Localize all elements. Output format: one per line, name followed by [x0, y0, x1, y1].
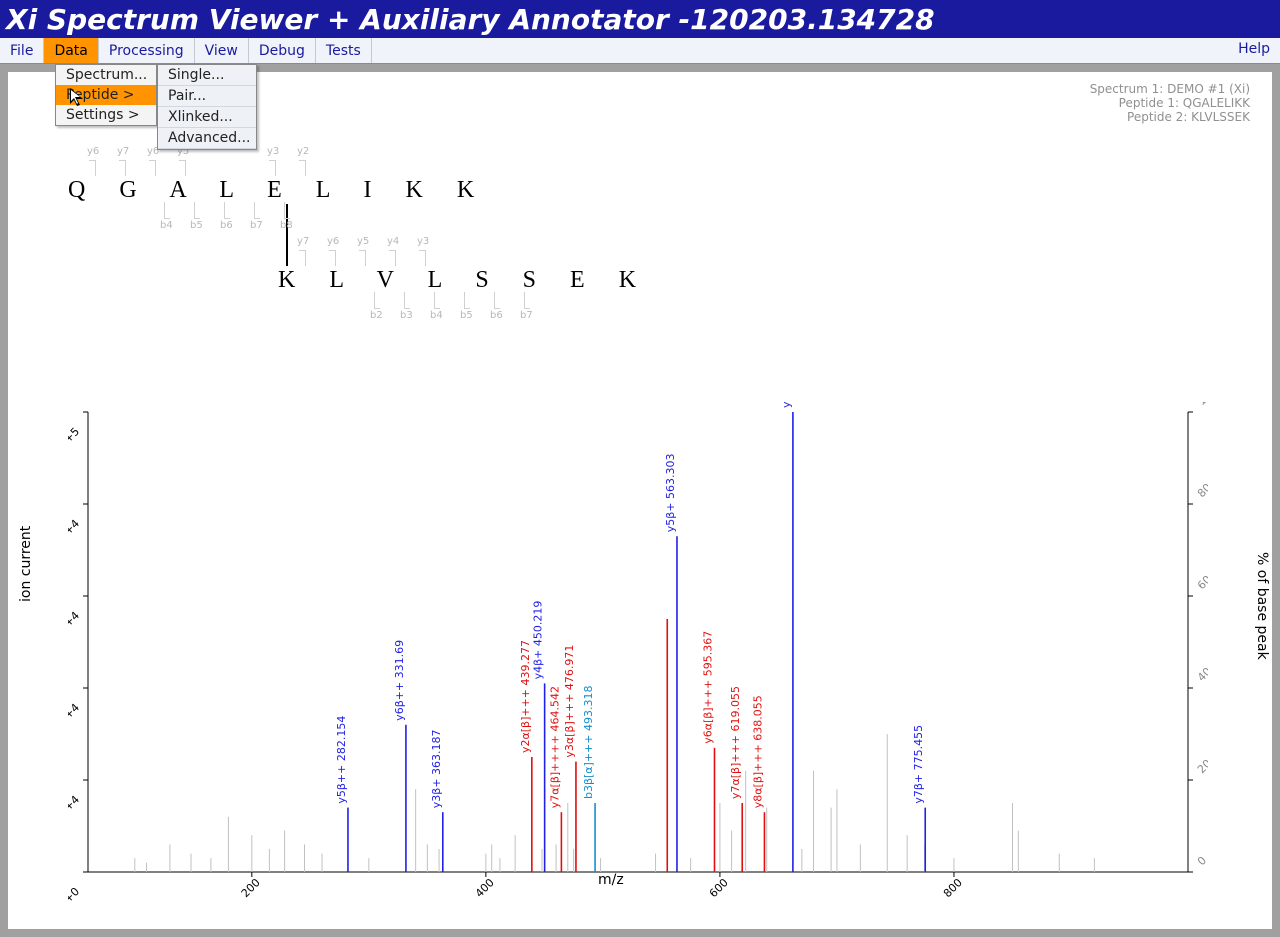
svg-text:1.0e+5: 1.0e+5 [68, 425, 82, 463]
menu-item-spectrum[interactable]: Spectrum... [56, 65, 156, 85]
menu-data[interactable]: Data [44, 38, 98, 63]
menu-file[interactable]: File [0, 38, 44, 63]
ion-label: y3 [267, 146, 279, 157]
menu-item-settings[interactable]: Settings > [56, 105, 156, 125]
peak-label: y6β++ 331.69 [393, 640, 406, 721]
ion-label: y4 [387, 236, 399, 247]
dropdown-data: Spectrum... Peptide > Settings > [55, 64, 157, 126]
peak-label: y5β+ 563.303 [664, 453, 677, 532]
ion-label: b8 [280, 220, 293, 231]
window-title: Xi Spectrum Viewer + Auxiliary Annotator… [0, 0, 1280, 38]
svg-text:0: 0 [1195, 854, 1208, 868]
svg-text:40: 40 [1195, 665, 1208, 684]
ion-label: b5 [190, 220, 203, 231]
svg-text:4.0e+4: 4.0e+4 [68, 701, 82, 739]
peak-label: y5β++ 282.154 [335, 716, 348, 804]
ion-label: b4 [160, 220, 173, 231]
peak-label: y6β+ 662.371 [780, 402, 793, 408]
menubar: File Data Processing View Debug Tests He… [0, 38, 1280, 64]
svg-text:80: 80 [1195, 481, 1208, 500]
menu-item-single[interactable]: Single... [158, 65, 256, 86]
menu-item-advanced[interactable]: Advanced... [158, 128, 256, 149]
menu-help[interactable]: Help [1228, 38, 1280, 63]
spectrum-chart[interactable]: 0.0e+0 2.0e+4 4.0e+4 6.0e+4 8.0e+4 1.0e+5 0 20 4… [68, 402, 1208, 922]
ion-label: b5 [460, 310, 473, 321]
menu-tests[interactable]: Tests [316, 38, 372, 63]
peak-label: y2α[β]+++ 439.277 [519, 640, 532, 753]
ion-label: y2 [297, 146, 309, 157]
menu-view[interactable]: View [195, 38, 249, 63]
peak-label: y7α[β]+++ 619.055 [729, 686, 742, 799]
ion-label: b6 [220, 220, 233, 231]
info-peptide2: Peptide 2: KLVLSSEK [1090, 110, 1250, 124]
svg-text:600: 600 [707, 876, 731, 900]
ion-label: y5 [357, 236, 369, 247]
svg-text:8.0e+4: 8.0e+4 [68, 517, 82, 555]
ion-label: b2 [370, 310, 383, 321]
peak-label: y8α[β]+++ 638.055 [751, 695, 764, 808]
svg-text:400: 400 [473, 876, 497, 900]
svg-text:2.0e+4: 2.0e+4 [68, 793, 82, 831]
svg-text:200: 200 [239, 876, 263, 900]
menu-processing[interactable]: Processing [99, 38, 195, 63]
ion-label: y7 [117, 146, 129, 157]
spectrum-info: Spectrum 1: DEMO #1 (Xi) Peptide 1: QGAL… [1090, 82, 1250, 124]
peak-label: y3α[β]+++ 476.971 [563, 645, 576, 758]
y-axis-left-label: ion current [18, 526, 34, 602]
crosslink-bar [286, 204, 288, 266]
svg-text:6.0e+4: 6.0e+4 [68, 609, 82, 647]
menu-item-peptide[interactable]: Peptide > [56, 85, 156, 105]
info-peptide1: Peptide 1: QGALELIKK [1090, 96, 1250, 110]
ion-label: b7 [520, 310, 533, 321]
dropdown-peptide: Single... Pair... Xlinked... Advanced... [157, 64, 257, 150]
menu-item-pair[interactable]: Pair... [158, 86, 256, 107]
ion-label: y6 [327, 236, 339, 247]
canvas: Spectrum 1: DEMO #1 (Xi) Peptide 1: QGAL… [8, 72, 1272, 929]
peak-label: y3β+ 363.187 [430, 729, 443, 808]
peptide2-sequence: K L V L S S E K [278, 267, 650, 294]
y-axis-right-label: % of base peak [1254, 552, 1270, 660]
ion-label: y6 [87, 146, 99, 157]
peak-label: y6α[β]+++ 595.367 [701, 631, 714, 744]
workspace: Spectrum 1: DEMO #1 (Xi) Peptide 1: QGAL… [0, 64, 1280, 937]
menu-debug[interactable]: Debug [249, 38, 316, 63]
ion-label: b3 [400, 310, 413, 321]
ion-label: b6 [490, 310, 503, 321]
peak-label: b3β[α]+++ 493.318 [582, 686, 595, 799]
peak-label: y7β+ 775.455 [912, 725, 925, 804]
peak-label: y7α[β]++++ 464.542 [548, 686, 561, 808]
ion-label: b7 [250, 220, 263, 231]
peptide1-sequence: Q G A L E L I K K [68, 177, 488, 204]
svg-text:0.0e+0: 0.0e+0 [68, 885, 82, 922]
ion-label: b4 [430, 310, 443, 321]
ion-label: y7 [297, 236, 309, 247]
svg-text:100: 100 [1195, 402, 1208, 408]
ion-label: y3 [417, 236, 429, 247]
svg-text:800: 800 [941, 876, 965, 900]
menu-item-xlinked[interactable]: Xlinked... [158, 107, 256, 128]
peak-label: y4β+ 450.219 [532, 601, 545, 680]
svg-text:60: 60 [1195, 573, 1208, 592]
svg-text:20: 20 [1195, 757, 1208, 776]
info-spectrum: Spectrum 1: DEMO #1 (Xi) [1090, 82, 1250, 96]
